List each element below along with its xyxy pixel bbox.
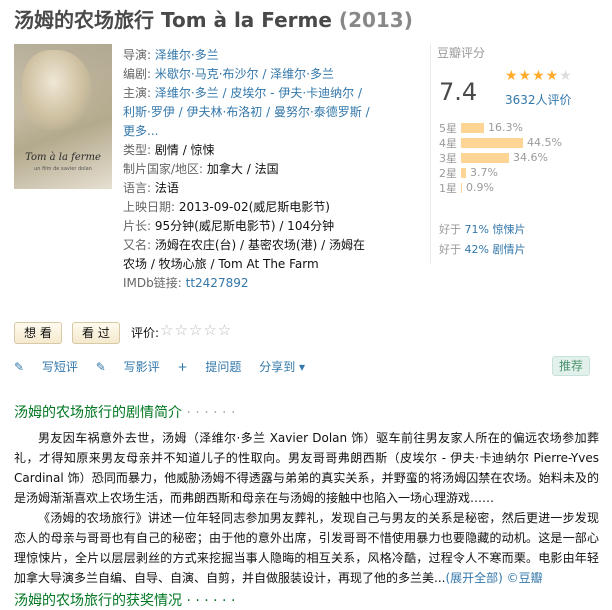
distribution-bar xyxy=(461,122,484,133)
runtime: 95分钟(威尼斯电影节) / 104分钟 xyxy=(154,219,335,233)
douban-source-link[interactable]: ©豆瓣 xyxy=(507,571,543,585)
rating-distribution-row: 1星 0.9% xyxy=(439,180,562,195)
imdb-link[interactable]: tt2427892 xyxy=(186,276,249,290)
rating-panel: 豆瓣评分 7.4 ★★★★★ 3632人评价 5星 16.3% 4星 44.5% 3星 3… xyxy=(430,44,607,264)
rating-header: 豆瓣评分 xyxy=(437,46,486,60)
rating-distribution-row: 4星 44.5% xyxy=(439,135,562,150)
rating-distribution-row: 2星 3.7% xyxy=(439,165,562,180)
rating-score: 7.4 xyxy=(439,78,478,106)
distribution-percent: 0.9% xyxy=(466,181,494,194)
review-link[interactable]: 写影评 xyxy=(124,360,160,374)
director-link[interactable]: 泽维尔·多兰 xyxy=(155,48,219,62)
poster-portrait xyxy=(22,50,92,130)
distribution-bar xyxy=(461,152,509,163)
star-level-label: 4星 xyxy=(439,136,457,150)
writer-links[interactable]: 米歇尔·马克·布沙尔 / 泽维尔·多兰 xyxy=(155,67,334,81)
title-year: (2013) xyxy=(338,8,413,32)
distribution-percent: 16.3% xyxy=(488,121,523,134)
chevron-down-icon[interactable]: ▾ xyxy=(299,360,305,374)
page-title: 汤姆的农场旅行 Tom à la Ferme (2013) xyxy=(14,4,413,33)
aka: 汤姆在农庄(台) / 基密农场(港) / 汤姆在农场 / 牧场心旅 / Tom … xyxy=(123,238,365,271)
recommend-button[interactable]: 推荐 xyxy=(552,356,591,376)
distribution-bar xyxy=(461,182,462,193)
distribution-percent: 34.6% xyxy=(513,151,548,164)
distribution-percent: 44.5% xyxy=(527,136,562,149)
action-toolbar: ✎ 写短评 ✎ 写影评 + 提问题 分享到 ▾ xyxy=(14,358,333,375)
ask-question-link[interactable]: 提问题 xyxy=(205,360,241,374)
rating-stars-icon: ★★★★★ xyxy=(505,68,573,84)
movie-info: 导演: 泽维尔·多兰 编剧: 米歇尔·马克·布沙尔 / 泽维尔·多兰 主演: 泽… xyxy=(123,48,370,290)
distribution-bar xyxy=(461,137,523,148)
release-date: 2013-09-02(威尼斯电影节) xyxy=(178,200,330,214)
country: 加拿大 / 法国 xyxy=(206,162,279,176)
pencil-icon: ✎ xyxy=(95,360,106,374)
plus-icon: + xyxy=(177,360,188,374)
title-main: 汤姆的农场旅行 Tom à la Ferme xyxy=(14,8,332,32)
rating-distribution: 5星 16.3% 4星 44.5% 3星 34.6% 2星 3.7% 1星 0.9% xyxy=(439,120,562,195)
rate-stars-input[interactable]: ☆☆☆☆☆ xyxy=(160,321,232,339)
expand-all-link[interactable]: (展开全部) xyxy=(445,571,502,585)
votes-link[interactable]: 3632人评价 xyxy=(505,91,572,108)
genre: 剧情 / 惊悚 xyxy=(154,143,215,157)
watched-button[interactable]: 看 过 xyxy=(72,322,120,344)
rating-distribution-row: 3星 34.6% xyxy=(439,150,562,165)
cast-links[interactable]: 泽维尔·多兰 / 皮埃尔 - 伊夫·卡迪纳尔 / 利斯·罗伊 / 伊夫林·布洛初… xyxy=(123,86,370,138)
star-level-label: 5星 xyxy=(439,121,457,135)
short-review-link[interactable]: 写短评 xyxy=(42,360,78,374)
distribution-percent: 3.7% xyxy=(470,166,498,179)
better-than-thriller-link[interactable]: 71% 惊悚片 xyxy=(465,223,526,236)
language: 法语 xyxy=(154,181,179,195)
next-section-heading: 汤姆的农场旅行的获奖情况 · · · · · · xyxy=(14,593,236,609)
want-to-watch-button[interactable]: 想 看 xyxy=(14,322,62,344)
pencil-icon: ✎ xyxy=(14,360,25,374)
summary-paragraph: 《汤姆的农场旅行》讲述一位年轻同志参加男友葬礼，发现自己与男友的关系是秘密，然后… xyxy=(14,511,599,585)
star-level-label: 1星 xyxy=(439,181,457,195)
poster-title: Tom à la ferme xyxy=(25,152,101,163)
star-level-label: 3星 xyxy=(439,151,457,165)
distribution-bar xyxy=(461,167,466,178)
poster-credit: un film de xavier dolan xyxy=(34,166,92,172)
share-link[interactable]: 分享到 xyxy=(259,360,295,374)
summary-heading: 汤姆的农场旅行的剧情简介 · · · · · · xyxy=(14,405,236,421)
movie-poster[interactable]: Tom à la ferme un film de xavier dolan xyxy=(14,44,112,189)
better-than: 好于 71% 惊悚片 好于 42% 剧情片 xyxy=(439,223,526,256)
star-level-label: 2星 xyxy=(439,166,457,180)
rating-distribution-row: 5星 16.3% xyxy=(439,120,562,135)
summary-paragraph: 男友因车祸意外去世，汤姆（泽维尔·多兰 Xavier Dolan 饰）驱车前往男… xyxy=(14,431,599,505)
rate-label: 评价: xyxy=(131,326,160,340)
summary-text: 男友因车祸意外去世，汤姆（泽维尔·多兰 Xavier Dolan 饰）驱车前往男… xyxy=(14,428,599,588)
better-than-drama-link[interactable]: 42% 剧情片 xyxy=(465,243,526,256)
